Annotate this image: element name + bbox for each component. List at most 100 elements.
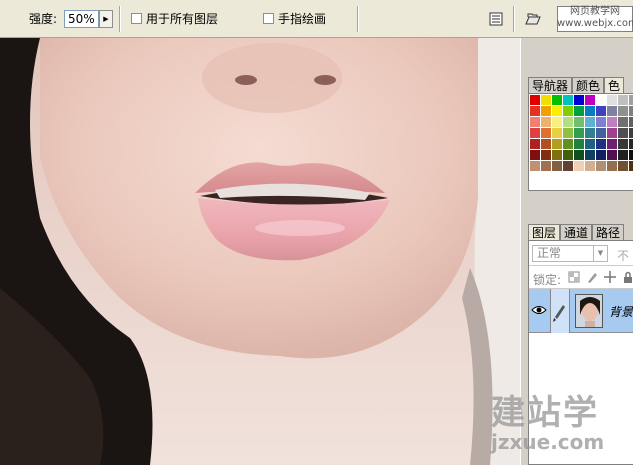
color-swatch[interactable] bbox=[541, 117, 551, 127]
layer-row[interactable]: 背景 bbox=[529, 289, 633, 333]
sample-all-layers-label: 用于所有图层 bbox=[146, 12, 219, 26]
color-swatch[interactable] bbox=[574, 95, 584, 105]
brush-icon bbox=[553, 305, 565, 322]
options-bar: 强度: 50% ▶ 用于所有图层 手指绘画 网页教学网 www.webjx.co… bbox=[0, 0, 633, 38]
color-swatch[interactable] bbox=[596, 161, 606, 171]
color-swatch[interactable] bbox=[596, 139, 606, 149]
color-swatch[interactable] bbox=[552, 95, 562, 105]
color-swatch[interactable] bbox=[574, 150, 584, 160]
color-swatch[interactable] bbox=[530, 128, 540, 138]
layer-name: 背景 bbox=[609, 305, 633, 319]
sample-all-layers-checkbox[interactable] bbox=[131, 13, 142, 24]
finger-painting-checkbox[interactable] bbox=[263, 13, 274, 24]
watermark-site-name: 建站学 bbox=[491, 393, 599, 433]
color-swatch[interactable] bbox=[541, 128, 551, 138]
watermark-site-url: jzxue.com bbox=[491, 430, 605, 454]
chevron-down-icon[interactable]: ▼ bbox=[593, 246, 607, 261]
color-swatch[interactable] bbox=[629, 106, 633, 116]
layer-link-cell[interactable] bbox=[550, 289, 570, 333]
color-swatch[interactable] bbox=[541, 139, 551, 149]
color-swatch[interactable] bbox=[607, 139, 617, 149]
color-swatch[interactable] bbox=[585, 139, 595, 149]
color-swatch[interactable] bbox=[563, 106, 573, 116]
color-swatch[interactable] bbox=[618, 161, 628, 171]
color-swatch[interactable] bbox=[574, 139, 584, 149]
color-swatch[interactable] bbox=[618, 117, 628, 127]
color-swatch[interactable] bbox=[585, 117, 595, 127]
color-swatch[interactable] bbox=[585, 128, 595, 138]
color-swatch[interactable] bbox=[585, 95, 595, 105]
color-swatch[interactable] bbox=[541, 161, 551, 171]
lock-all-icon[interactable] bbox=[622, 271, 633, 284]
strength-slider-button[interactable]: ▶ bbox=[99, 10, 113, 28]
color-swatch[interactable] bbox=[563, 150, 573, 160]
lock-row: 锁定: bbox=[529, 265, 633, 289]
document-canvas[interactable] bbox=[0, 38, 520, 465]
strength-input[interactable]: 50% bbox=[64, 10, 99, 28]
color-swatch[interactable] bbox=[618, 106, 628, 116]
color-swatch[interactable] bbox=[552, 150, 562, 160]
color-swatch[interactable] bbox=[607, 150, 617, 160]
color-swatch[interactable] bbox=[618, 128, 628, 138]
color-swatch[interactable] bbox=[563, 95, 573, 105]
color-swatch[interactable] bbox=[552, 128, 562, 138]
color-swatch[interactable] bbox=[563, 161, 573, 171]
lock-transparency-icon[interactable] bbox=[568, 271, 580, 284]
color-swatch[interactable] bbox=[541, 95, 551, 105]
palette-menu-icon[interactable] bbox=[486, 9, 506, 29]
color-swatch[interactable] bbox=[629, 128, 633, 138]
color-swatch[interactable] bbox=[618, 139, 628, 149]
color-swatch[interactable] bbox=[552, 161, 562, 171]
eye-icon[interactable] bbox=[531, 302, 547, 318]
color-swatch[interactable] bbox=[552, 117, 562, 127]
color-swatch[interactable] bbox=[618, 150, 628, 160]
color-swatch[interactable] bbox=[629, 161, 633, 171]
color-swatch[interactable] bbox=[596, 106, 606, 116]
color-swatch[interactable] bbox=[563, 139, 573, 149]
lock-label: 锁定: bbox=[533, 273, 562, 287]
color-swatch[interactable] bbox=[629, 95, 633, 105]
color-swatch[interactable] bbox=[607, 95, 617, 105]
color-swatch[interactable] bbox=[596, 117, 606, 127]
swatches-panel bbox=[528, 93, 633, 191]
color-swatch[interactable] bbox=[530, 106, 540, 116]
color-swatch[interactable] bbox=[563, 128, 573, 138]
strength-label: 强度: bbox=[29, 12, 58, 26]
watermark-top: 网页教学网 www.webjx.com bbox=[557, 6, 633, 29]
color-swatch[interactable] bbox=[530, 117, 540, 127]
color-swatch[interactable] bbox=[552, 139, 562, 149]
color-swatch[interactable] bbox=[596, 95, 606, 105]
color-swatch[interactable] bbox=[585, 150, 595, 160]
color-swatch[interactable] bbox=[629, 117, 633, 127]
file-browser-icon[interactable] bbox=[523, 9, 543, 29]
blend-mode-select[interactable]: 正常 ▼ bbox=[532, 245, 608, 262]
color-swatch[interactable] bbox=[629, 150, 633, 160]
color-swatch[interactable] bbox=[541, 106, 551, 116]
color-swatch[interactable] bbox=[607, 117, 617, 127]
color-swatch[interactable] bbox=[607, 106, 617, 116]
lock-move-icon[interactable] bbox=[604, 271, 616, 284]
divider bbox=[357, 6, 359, 32]
color-swatch[interactable] bbox=[574, 117, 584, 127]
color-swatch[interactable] bbox=[574, 128, 584, 138]
layer-thumbnail bbox=[575, 294, 603, 328]
color-swatch[interactable] bbox=[585, 106, 595, 116]
color-swatch[interactable] bbox=[585, 161, 595, 171]
color-swatch[interactable] bbox=[618, 95, 628, 105]
color-swatch[interactable] bbox=[607, 161, 617, 171]
color-swatch[interactable] bbox=[596, 128, 606, 138]
color-swatch[interactable] bbox=[552, 106, 562, 116]
divider bbox=[513, 6, 515, 32]
color-swatch[interactable] bbox=[530, 95, 540, 105]
color-swatch[interactable] bbox=[530, 150, 540, 160]
color-swatch[interactable] bbox=[530, 161, 540, 171]
lock-brush-icon[interactable] bbox=[586, 271, 598, 284]
color-swatch[interactable] bbox=[563, 117, 573, 127]
color-swatch[interactable] bbox=[574, 106, 584, 116]
color-swatch[interactable] bbox=[574, 161, 584, 171]
color-swatch[interactable] bbox=[607, 128, 617, 138]
color-swatch[interactable] bbox=[541, 150, 551, 160]
color-swatch[interactable] bbox=[596, 150, 606, 160]
color-swatch[interactable] bbox=[530, 139, 540, 149]
color-swatch[interactable] bbox=[629, 139, 633, 149]
